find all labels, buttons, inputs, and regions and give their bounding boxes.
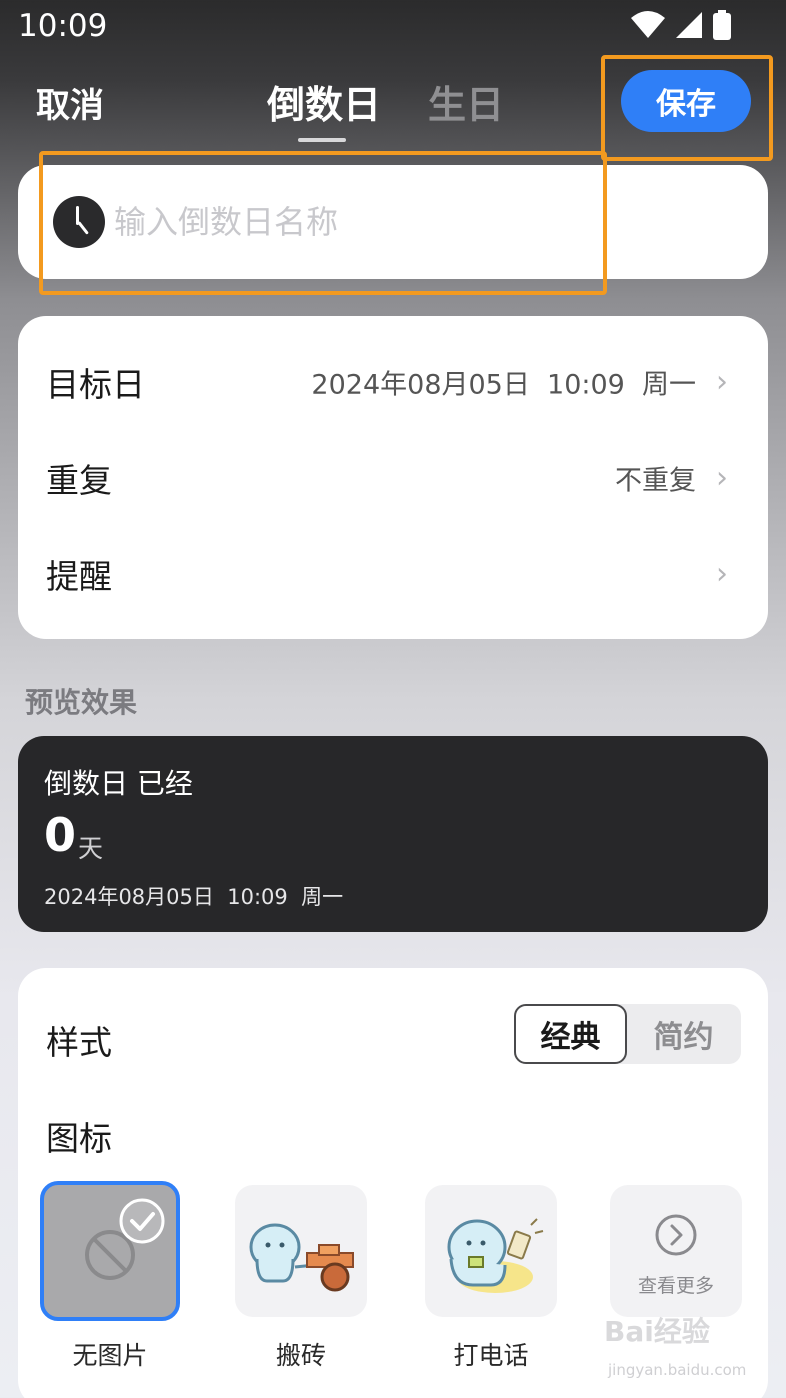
row-label: 重复 bbox=[46, 461, 112, 500]
chevron-right-icon: › bbox=[716, 364, 728, 400]
settings-card: 目标日 2024年08月05日 10:09 周一 › 重复 不重复 › 提醒 › bbox=[18, 316, 768, 639]
icon-option-no-image[interactable] bbox=[40, 1181, 180, 1321]
status-time: 10:09 bbox=[18, 8, 108, 44]
preview-card: 倒数日 已经 0 天 2024年08月05日 10:09 周一 bbox=[18, 736, 768, 932]
icon-caption: 搬砖 bbox=[275, 1341, 326, 1370]
tab-birthday[interactable]: 生日 bbox=[428, 74, 504, 129]
icon-option-moving-bricks[interactable] bbox=[235, 1185, 367, 1317]
row-label: 目标日 bbox=[46, 365, 145, 404]
clock-icon bbox=[53, 196, 105, 248]
top-nav: 取消 倒数日 生日 保存 bbox=[0, 60, 786, 150]
style-segmented-control: 经典 简约 bbox=[514, 1004, 741, 1064]
style-option-simple[interactable]: 简约 bbox=[627, 1004, 740, 1064]
preview-section-title: 预览效果 bbox=[25, 686, 138, 719]
active-tab-indicator bbox=[298, 138, 346, 142]
chevron-right-icon: › bbox=[716, 556, 728, 592]
save-button[interactable]: 保存 bbox=[621, 70, 751, 132]
tab-countdown[interactable]: 倒数日 bbox=[267, 74, 381, 129]
watermark-logo: Bai经验 bbox=[604, 1315, 710, 1348]
sticker-moving-bricks bbox=[249, 1223, 354, 1292]
wifi-icon bbox=[631, 11, 665, 38]
row-value: 2024年08月05日 10:09 周一 bbox=[311, 369, 696, 401]
row-reminder[interactable]: 提醒 › bbox=[18, 528, 768, 624]
status-icons bbox=[630, 10, 732, 40]
style-option-classic[interactable]: 经典 bbox=[514, 1004, 627, 1064]
preview-date: 2024年08月05日 10:09 周一 bbox=[44, 885, 344, 909]
style-label: 样式 bbox=[46, 1023, 112, 1062]
icon-option-phone-call[interactable] bbox=[425, 1185, 557, 1317]
row-value: 不重复 bbox=[615, 465, 696, 497]
icon-section-label: 图标 bbox=[46, 1119, 112, 1158]
watermark-url: jingyan.baidu.com bbox=[608, 1361, 747, 1379]
status-bar: 10:09 bbox=[0, 0, 786, 56]
row-label: 提醒 bbox=[46, 557, 112, 596]
view-more-label: 查看更多 bbox=[637, 1275, 714, 1297]
sticker-phone-call bbox=[447, 1218, 544, 1293]
battery-icon bbox=[713, 10, 731, 40]
preview-title: 倒数日 已经 bbox=[44, 767, 193, 800]
name-card bbox=[18, 165, 768, 279]
preview-unit: 天 bbox=[78, 834, 104, 863]
countdown-name-input[interactable] bbox=[114, 195, 594, 249]
row-target-date[interactable]: 目标日 2024年08月05日 10:09 周一 › bbox=[18, 336, 768, 432]
icon-option-view-more[interactable]: 查看更多 bbox=[610, 1185, 742, 1317]
icon-caption: 打电话 bbox=[453, 1341, 529, 1370]
cancel-button[interactable]: 取消 bbox=[36, 78, 104, 127]
row-repeat[interactable]: 重复 不重复 › bbox=[18, 432, 768, 528]
chevron-right-icon: › bbox=[716, 460, 728, 496]
no-image-icon bbox=[85, 1198, 165, 1280]
signal-icon bbox=[676, 12, 702, 38]
icon-caption: 无图片 bbox=[72, 1341, 148, 1370]
preview-days: 0 bbox=[44, 808, 77, 862]
